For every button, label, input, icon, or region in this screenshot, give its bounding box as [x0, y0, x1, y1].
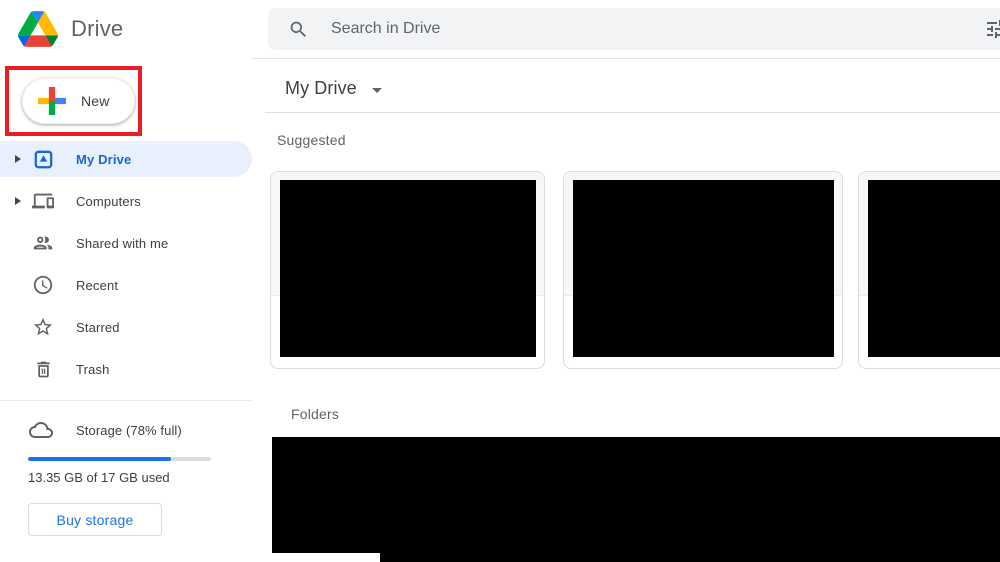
search-options-tune-icon[interactable] — [984, 17, 1000, 41]
section-label-folders: Folders — [291, 406, 339, 422]
storage-usage-text: 13.35 GB of 17 GB used — [28, 470, 170, 485]
suggested-file-card[interactable] — [270, 171, 545, 369]
my-drive-title-dropdown[interactable]: My Drive — [285, 78, 382, 99]
storage-row: Storage (78% full) — [29, 418, 182, 442]
section-label-suggested: Suggested — [277, 132, 346, 148]
search-placeholder: Search in Drive — [331, 20, 440, 38]
sidebar-item-label: Computers — [76, 194, 141, 209]
multicolor-plus-icon — [38, 87, 66, 115]
sidebar-item-recent[interactable]: Recent — [0, 267, 252, 303]
buy-storage-button[interactable]: Buy storage — [28, 503, 162, 536]
drive-triangle-icon — [18, 11, 58, 47]
cloud-icon — [29, 418, 53, 442]
new-button-label: New — [81, 93, 110, 109]
storage-progress-fill — [28, 457, 171, 461]
sidebar-item-label: Trash — [76, 362, 110, 377]
suggested-file-card[interactable] — [563, 171, 843, 369]
my-drive-icon — [32, 149, 54, 170]
google-drive-window: Drive Search in Drive New M — [0, 0, 1000, 562]
redaction-notch — [272, 553, 380, 562]
new-button[interactable]: New — [22, 78, 135, 124]
drive-logo[interactable]: Drive — [18, 9, 123, 49]
redacted-thumbnail — [868, 180, 1000, 357]
content-divider — [265, 112, 1000, 113]
shared-with-me-icon — [32, 232, 54, 254]
main-content: My Drive Suggested Folders — [252, 58, 1000, 562]
sidebar-item-my-drive[interactable]: My Drive — [0, 141, 252, 177]
sidebar-item-computers[interactable]: Computers — [0, 183, 252, 219]
chevron-down-icon — [372, 88, 382, 93]
search-input[interactable]: Search in Drive — [268, 8, 1000, 50]
redacted-thumbnail — [280, 180, 536, 357]
expand-arrow-icon[interactable] — [10, 155, 26, 163]
sidebar-item-starred[interactable]: Starred — [0, 309, 252, 345]
sidebar-item-label: Shared with me — [76, 236, 168, 251]
trash-icon — [32, 359, 54, 380]
storage-progress-bar — [28, 457, 211, 461]
page-title: My Drive — [285, 78, 357, 99]
recent-icon — [32, 274, 54, 296]
app-name: Drive — [71, 16, 123, 42]
storage-label: Storage (78% full) — [76, 423, 182, 438]
expand-arrow-icon[interactable] — [10, 197, 26, 205]
sidebar-item-label: My Drive — [76, 152, 131, 167]
computers-icon — [32, 190, 54, 212]
starred-icon — [32, 316, 54, 338]
sidebar-item-label: Recent — [76, 278, 118, 293]
sidebar: New My Drive Computers Shared with me — [0, 58, 252, 562]
sidebar-item-label: Starred — [76, 320, 120, 335]
sidebar-item-trash[interactable]: Trash — [0, 351, 252, 387]
sidebar-divider — [0, 400, 252, 401]
redacted-folders-area — [272, 437, 1000, 562]
search-icon — [288, 19, 309, 40]
suggested-file-card[interactable] — [858, 171, 1000, 369]
redacted-thumbnail — [573, 180, 834, 357]
sidebar-item-shared-with-me[interactable]: Shared with me — [0, 225, 252, 261]
